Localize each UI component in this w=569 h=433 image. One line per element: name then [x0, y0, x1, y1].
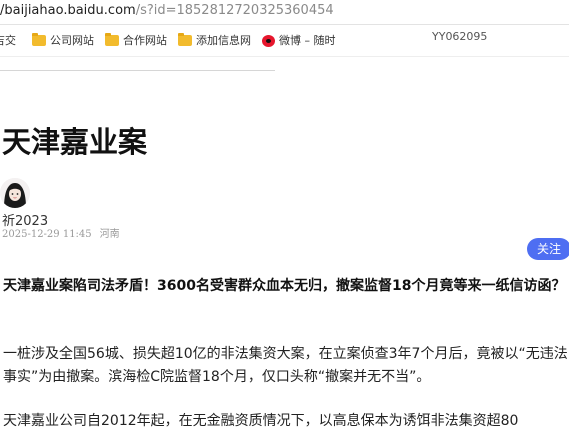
- article-paragraph: 一桩涉及全国56城、损失超10亿的非法集资大案，在立案侦查3年7个月后，竟被以“…: [3, 346, 568, 385]
- follow-button[interactable]: 关注: [527, 238, 569, 260]
- folder-icon: [178, 33, 192, 46]
- avatar-illustration: [0, 178, 30, 208]
- bookmark-label: 吉交: [0, 34, 16, 47]
- bookmark-item[interactable]: 添加信息网: [178, 33, 251, 49]
- publish-location: 河南: [99, 229, 120, 240]
- bookmark-label: 微博 – 随时: [279, 34, 336, 47]
- article-lead: 天津嘉业案陷司法矛盾！3600名受害群众血本无归，撤案监督18个月竟等来一纸信访…: [3, 278, 566, 294]
- bookmark-label: 添加信息网: [196, 34, 251, 47]
- url-path: /s?id=1852812720325360454: [135, 3, 334, 18]
- folder-icon: [105, 33, 119, 46]
- bookmark-item[interactable]: 吉交: [0, 33, 16, 49]
- bookmark-item[interactable]: 公司网站: [32, 33, 94, 49]
- folder-icon: [32, 33, 46, 46]
- article-paragraph: 天津嘉业公司自2012年起，在无金融资质情况下，以高息保本为诱饵非法集资超80: [3, 413, 519, 429]
- article-title: 天津嘉业案: [2, 125, 148, 159]
- article-meta: 2025-12-29 11:45 河南: [2, 225, 120, 240]
- address-bar[interactable]: /baijiahao.baidu.com/s?id=18528127203253…: [0, 0, 569, 25]
- weibo-icon: [262, 35, 275, 47]
- url-host: /baijiahao.baidu.com: [0, 3, 136, 18]
- bookmark-item[interactable]: 微博 – 随时: [262, 33, 336, 49]
- bookmark-label: 合作网站: [123, 34, 167, 47]
- overlay-id-text: YY062095: [432, 30, 488, 43]
- publish-date: 2025-12-29 11:45: [2, 229, 92, 240]
- divider: [0, 70, 275, 71]
- bookmark-item[interactable]: 合作网站: [105, 33, 167, 49]
- bookmark-label: 公司网站: [50, 34, 94, 47]
- avatar[interactable]: [0, 178, 30, 208]
